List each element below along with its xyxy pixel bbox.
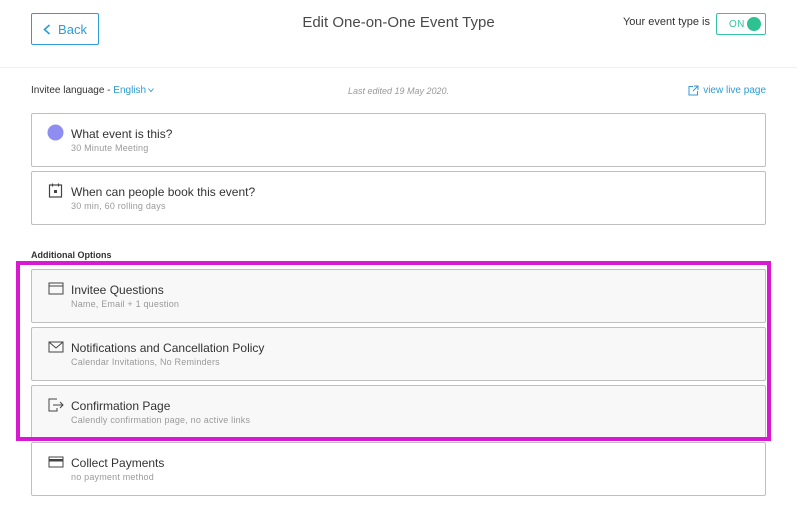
card-title: Notifications and Cancellation Policy — [71, 341, 265, 355]
view-live-page-link[interactable]: view live page — [688, 85, 766, 96]
external-link-icon — [688, 85, 699, 96]
additional-options-heading: Additional Options — [31, 250, 112, 260]
purple-circle-icon — [47, 124, 64, 141]
card-invitee-questions[interactable]: Invitee Questions Name, Email + 1 questi… — [31, 269, 766, 323]
form-icon — [47, 280, 64, 297]
toggle-label: ON — [729, 18, 745, 30]
view-live-page-label: view live page — [703, 85, 766, 96]
last-edited: Last edited 19 May 2020. — [347, 86, 450, 96]
card-subtitle: 30 min, 60 rolling days — [71, 201, 166, 211]
calendar-icon — [47, 182, 64, 199]
card-title: Confirmation Page — [71, 399, 171, 413]
header: Back Edit One-on-One Event Type Your eve… — [0, 0, 797, 68]
meta-row: Invitee language - English Last edited 1… — [31, 85, 766, 99]
card-scheduling[interactable]: When can people book this event? 30 min,… — [31, 171, 766, 225]
envelope-icon — [47, 338, 64, 355]
event-status-label: Your event type is — [622, 16, 710, 28]
card-subtitle: Calendar Invitations, No Reminders — [71, 357, 220, 367]
card-subtitle: 30 Minute Meeting — [71, 143, 149, 153]
card-subtitle: no payment method — [71, 472, 154, 482]
toggle-knob — [747, 17, 761, 31]
card-subtitle: Calendly confirmation page, no active li… — [71, 415, 251, 425]
event-status-toggle[interactable]: ON — [716, 13, 766, 35]
card-confirmation-page[interactable]: Confirmation Page Calendly confirmation … — [31, 385, 766, 439]
credit-card-icon — [47, 453, 64, 470]
card-subtitle: Name, Email + 1 question — [71, 299, 180, 309]
card-title: Collect Payments — [71, 456, 165, 470]
card-title: When can people book this event? — [71, 185, 256, 199]
card-notifications[interactable]: Notifications and Cancellation Policy Ca… — [31, 327, 766, 381]
card-title: What event is this? — [71, 127, 173, 141]
card-collect-payments[interactable]: Collect Payments no payment method — [31, 442, 766, 496]
exit-arrow-icon — [47, 396, 64, 413]
card-title: Invitee Questions — [71, 283, 164, 297]
card-event-details[interactable]: What event is this? 30 Minute Meeting — [31, 113, 766, 167]
